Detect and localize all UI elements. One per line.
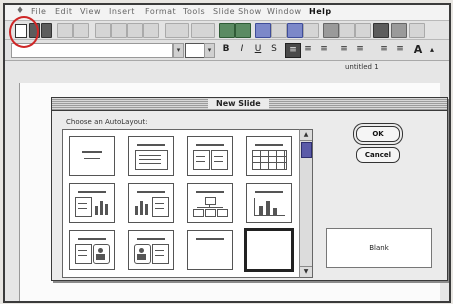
slide-layout-icon[interactable] bbox=[323, 23, 339, 38]
underline-icon[interactable]: U bbox=[251, 43, 265, 56]
layout-scrollbar[interactable]: ▲ ▼ bbox=[299, 129, 313, 278]
new-slide-icon[interactable] bbox=[303, 23, 319, 38]
menu-file[interactable]: File bbox=[31, 7, 46, 16]
office-assistant-icon[interactable] bbox=[391, 23, 407, 38]
formatting-toolbar: ▾ ▾ B I U S ≡ ≡ ≡ ≡ ≡ ≡ ≡ A ▴ bbox=[5, 40, 449, 61]
cancel-button[interactable]: Cancel bbox=[356, 147, 400, 163]
font-dropdown-icon[interactable]: ▾ bbox=[173, 43, 184, 58]
insert-table-icon[interactable] bbox=[255, 23, 271, 38]
title-only-layout-icon[interactable] bbox=[187, 230, 233, 270]
apple-menu-icon[interactable]: ♦ bbox=[16, 6, 24, 16]
menu-format[interactable]: Format bbox=[145, 7, 176, 16]
shadow-icon[interactable]: S bbox=[267, 43, 281, 56]
autolayout-prompt: Choose an AutoLayout: bbox=[66, 118, 148, 126]
numbering-icon[interactable]: ≡ bbox=[337, 43, 351, 56]
document-title: untitled 1 bbox=[345, 63, 379, 71]
menu-slide-show[interactable]: Slide Show bbox=[213, 7, 262, 16]
font-name-field[interactable] bbox=[11, 43, 173, 58]
help-icon[interactable] bbox=[409, 23, 425, 38]
format-painter-icon[interactable] bbox=[143, 23, 159, 38]
italic-icon[interactable]: I bbox=[235, 43, 249, 56]
redo-icon[interactable] bbox=[191, 23, 215, 38]
menu-window[interactable]: Window bbox=[267, 7, 302, 16]
align-center-icon[interactable]: ≡ bbox=[301, 43, 315, 56]
text-and-chart-layout-icon[interactable] bbox=[69, 183, 115, 223]
undo-icon[interactable] bbox=[165, 23, 189, 38]
layout-preview: Blank bbox=[326, 228, 432, 268]
decrease-font-size-icon[interactable]: ▴ bbox=[425, 43, 439, 56]
dialog-title: New Slide bbox=[208, 99, 269, 109]
new-slide-dialog: New Slide Choose an AutoLayout: ▲ ▼ OK C… bbox=[51, 97, 448, 281]
ok-button[interactable]: OK bbox=[356, 126, 400, 142]
increase-font-size-icon[interactable]: A bbox=[411, 43, 425, 56]
organization-chart-layout-icon[interactable] bbox=[187, 183, 233, 223]
insert-chart-icon[interactable] bbox=[287, 23, 303, 38]
menu-insert[interactable]: Insert bbox=[109, 7, 135, 16]
save-icon[interactable] bbox=[41, 23, 52, 38]
scroll-down-arrow-icon[interactable]: ▼ bbox=[300, 266, 312, 277]
spelling-icon[interactable] bbox=[73, 23, 89, 38]
menu-view[interactable]: View bbox=[80, 7, 101, 16]
menu-tools[interactable]: Tools bbox=[183, 7, 205, 16]
insert-word-table-icon[interactable] bbox=[271, 23, 287, 38]
chart-and-text-layout-icon[interactable] bbox=[128, 183, 174, 223]
scroll-thumb[interactable] bbox=[301, 142, 312, 158]
align-right-icon[interactable]: ≡ bbox=[317, 43, 331, 56]
preview-label: Blank bbox=[369, 244, 389, 252]
decrease-paragraph-spacing-icon[interactable]: ≡ bbox=[393, 43, 407, 56]
font-size-field[interactable] bbox=[185, 43, 205, 58]
paste-icon[interactable] bbox=[127, 23, 143, 38]
table-layout-icon[interactable] bbox=[246, 136, 292, 176]
increase-paragraph-spacing-icon[interactable]: ≡ bbox=[377, 43, 391, 56]
title-slide-layout-icon[interactable] bbox=[69, 136, 115, 176]
menu-bar: ♦ File Edit View Insert Format Tools Sli… bbox=[5, 5, 449, 21]
bullets-icon[interactable]: ≡ bbox=[353, 43, 367, 56]
clip-art-and-text-layout-icon[interactable] bbox=[128, 230, 174, 270]
chart-layout-icon[interactable] bbox=[246, 183, 292, 223]
blank-layout-icon[interactable] bbox=[244, 228, 294, 272]
application-window: ♦ File Edit View Insert Format Tools Sli… bbox=[3, 3, 451, 303]
bulleted-list-layout-icon[interactable] bbox=[128, 136, 174, 176]
standard-toolbar bbox=[5, 21, 449, 40]
two-column-text-layout-icon[interactable] bbox=[187, 136, 233, 176]
menu-edit[interactable]: Edit bbox=[55, 7, 73, 16]
menu-help[interactable]: Help bbox=[309, 7, 332, 16]
web-toolbar-icon[interactable] bbox=[235, 23, 251, 38]
hyperlink-icon[interactable] bbox=[219, 23, 235, 38]
copy-icon[interactable] bbox=[111, 23, 127, 38]
apply-design-icon[interactable] bbox=[339, 23, 355, 38]
dialog-title-bar[interactable]: New Slide bbox=[52, 98, 447, 111]
text-and-clip-art-layout-icon[interactable] bbox=[69, 230, 115, 270]
font-size-dropdown-icon[interactable]: ▾ bbox=[204, 43, 215, 58]
align-left-icon[interactable]: ≡ bbox=[285, 43, 301, 58]
layout-grid bbox=[62, 129, 308, 278]
grayscale-icon[interactable] bbox=[355, 23, 371, 38]
zoom-icon[interactable] bbox=[373, 23, 389, 38]
cut-icon[interactable] bbox=[95, 23, 111, 38]
print-icon[interactable] bbox=[57, 23, 73, 38]
scroll-up-arrow-icon[interactable]: ▲ bbox=[300, 130, 312, 141]
bold-icon[interactable]: B bbox=[219, 43, 233, 56]
highlight-circle bbox=[9, 16, 39, 48]
